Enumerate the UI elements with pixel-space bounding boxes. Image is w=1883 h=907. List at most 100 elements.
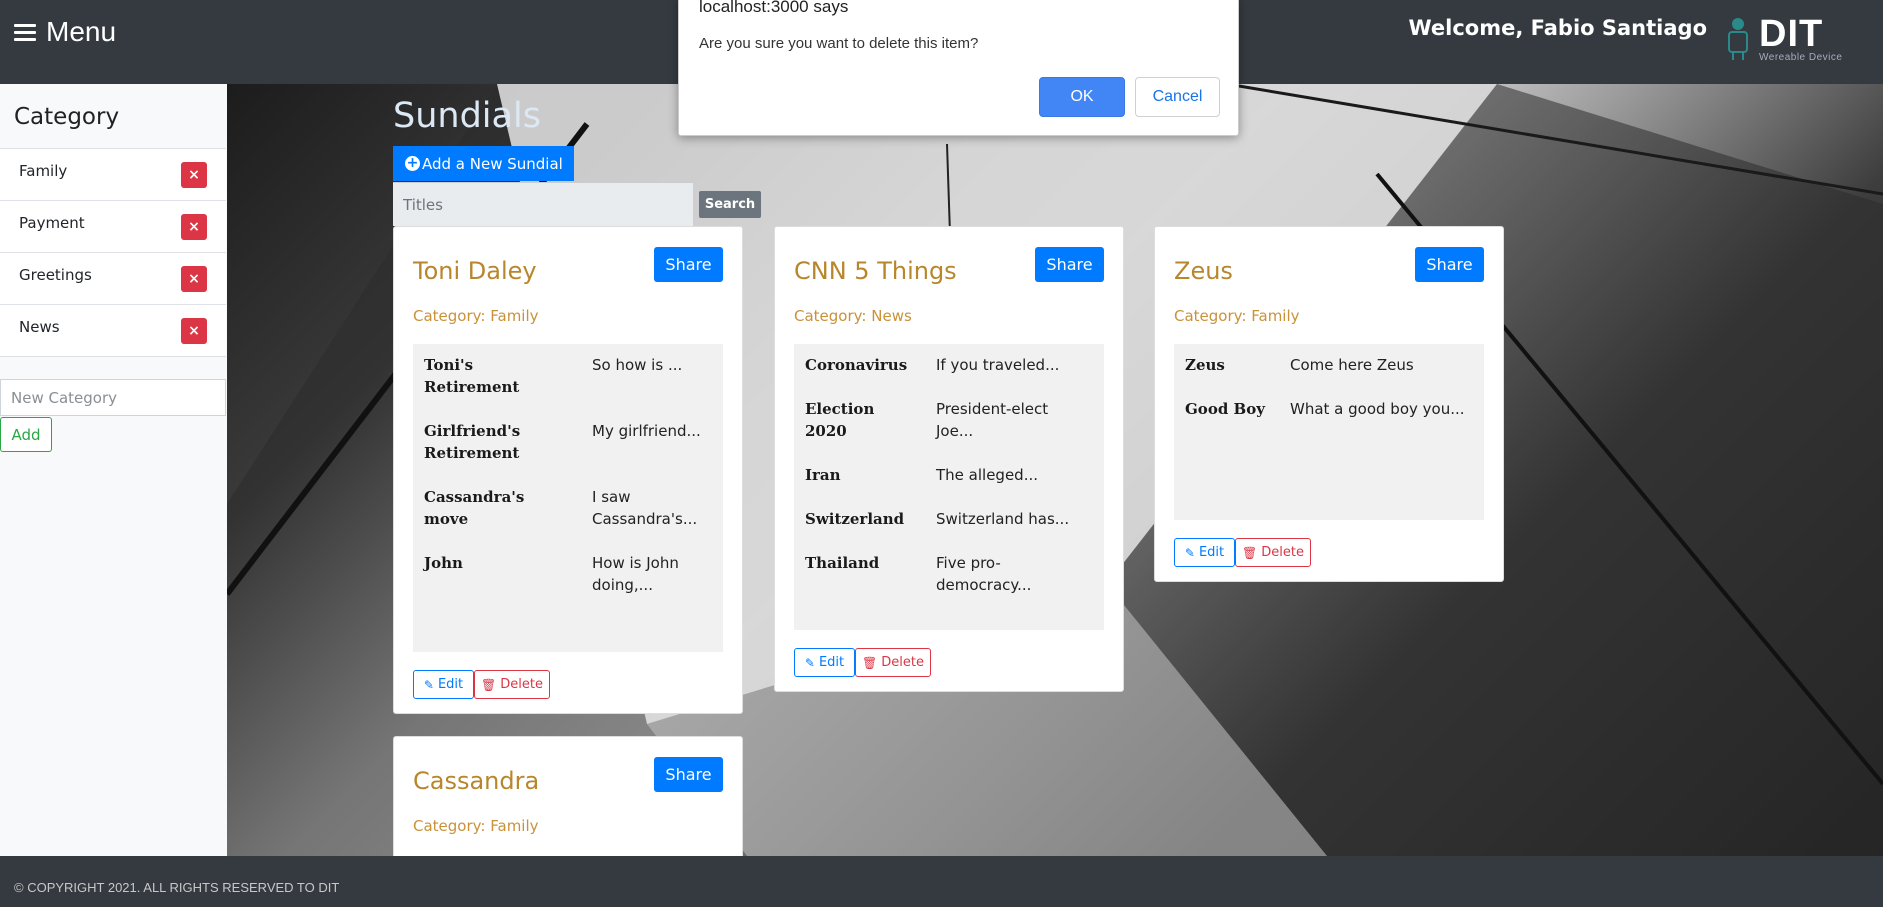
person-device-icon (1728, 18, 1748, 60)
message-list: Toni's Retirement So how is ... Girlfrie… (413, 344, 723, 652)
message-row[interactable]: Thailand Five pro-democracy... (805, 552, 1093, 596)
category-item-payment[interactable]: Payment × (0, 201, 226, 253)
message-title: Switzerland (805, 510, 905, 528)
edit-button[interactable]: ✎ Edit (413, 670, 474, 699)
new-category-input[interactable] (0, 379, 226, 416)
menu-button[interactable]: Menu (14, 16, 116, 48)
category-label: News (19, 318, 60, 336)
message-body: So how is ... (592, 356, 683, 374)
search-input[interactable] (393, 182, 693, 226)
message-row[interactable]: Coronavirus If you traveled... (805, 354, 1093, 376)
delete-button[interactable]: 🗑 Delete (474, 670, 550, 699)
message-title: Thailand (805, 554, 880, 572)
message-title: Coronavirus (805, 356, 908, 374)
message-body: Switzerland has... (936, 510, 1070, 528)
message-title: Cassandra's move (424, 488, 525, 528)
category-item-greetings[interactable]: Greetings × (0, 253, 226, 305)
message-body: How is John doing,... (592, 554, 679, 594)
sundial-card: Cassandra Share Category: Family (393, 736, 743, 856)
delete-label: Delete (1261, 545, 1304, 560)
dialog-message: Are you sure you want to delete this ite… (699, 35, 979, 52)
pencil-icon: ✎ (423, 677, 434, 692)
card-category: Category: Family (413, 307, 539, 325)
card-category: Category: News (794, 307, 912, 325)
message-list: Coronavirus If you traveled... Election … (794, 344, 1104, 630)
share-button[interactable]: Share (1035, 247, 1104, 282)
logo-text: DIT (1759, 13, 1824, 55)
card-title: Zeus (1174, 257, 1233, 285)
message-row[interactable]: Zeus Come here Zeus (1185, 354, 1473, 376)
message-title: Toni's Retirement (424, 356, 520, 396)
category-item-family[interactable]: Family × (0, 149, 226, 201)
sundial-card: CNN 5 Things Share Category: News Corona… (774, 226, 1124, 692)
category-list: Family × Payment × Greetings × News × (0, 148, 226, 357)
message-body: Come here Zeus (1290, 356, 1414, 374)
edit-label: Edit (437, 677, 464, 692)
card-category: Category: Family (413, 817, 539, 835)
sundial-card: Toni Daley Share Category: Family Toni's… (393, 226, 743, 714)
footer: © COPYRIGHT 2021. ALL RIGHTS RESERVED TO… (0, 856, 1883, 907)
sundial-card: Zeus Share Category: Family Zeus Come he… (1154, 226, 1504, 582)
message-row[interactable]: Election 2020 President-elect Joe... (805, 398, 1093, 442)
plus-circle-icon: + (405, 155, 420, 171)
category-label: Family (19, 162, 68, 180)
category-label: Payment (19, 214, 85, 232)
category-sidebar: Category Family × Payment × Greetings × … (0, 84, 227, 856)
message-title: Election 2020 (805, 400, 875, 440)
message-list: Zeus Come here Zeus Good Boy What a good… (1174, 344, 1484, 520)
delete-category-button[interactable]: × (181, 318, 207, 344)
message-row[interactable]: Switzerland Switzerland has... (805, 508, 1093, 530)
message-row[interactable]: Good Boy What a good boy you... (1185, 398, 1473, 420)
share-button[interactable]: Share (1415, 247, 1484, 282)
welcome-text: Welcome, Fabio Santiago (1408, 16, 1707, 40)
message-body: I saw Cassandra's... (592, 488, 698, 528)
main-content: Sundials + Add a New Sundial Search Toni… (227, 84, 1883, 856)
ok-button[interactable]: OK (1039, 77, 1125, 117)
message-body: What a good boy you... (1290, 400, 1465, 418)
edit-label: Edit (818, 655, 845, 670)
message-body: Five pro-democracy... (936, 554, 1032, 594)
confirm-dialog: localhost:3000 says Are you sure you wan… (678, 0, 1239, 136)
delete-category-button[interactable]: × (181, 266, 207, 292)
hamburger-icon (14, 23, 36, 41)
edit-button[interactable]: ✎ Edit (794, 648, 855, 677)
category-label: Greetings (19, 266, 92, 284)
message-title: Girlfriend's Retirement (424, 422, 521, 462)
category-item-news[interactable]: News × (0, 305, 226, 357)
message-row[interactable]: Toni's Retirement So how is ... (424, 354, 712, 398)
message-row[interactable]: Cassandra's move I saw Cassandra's... (424, 486, 712, 530)
share-button[interactable]: Share (654, 247, 723, 282)
delete-button[interactable]: 🗑 Delete (1235, 538, 1311, 567)
dialog-title: localhost:3000 says (699, 0, 849, 16)
message-title: Iran (805, 466, 841, 484)
message-row[interactable]: John How is John doing,... (424, 552, 712, 596)
sidebar-title: Category (14, 104, 120, 130)
search-button[interactable]: Search (699, 191, 761, 218)
message-body: The alleged... (936, 466, 1038, 484)
card-title: CNN 5 Things (794, 257, 957, 285)
add-sundial-button[interactable]: + Add a New Sundial (393, 146, 574, 181)
delete-category-button[interactable]: × (181, 162, 207, 188)
menu-label: Menu (46, 16, 117, 47)
page-title: Sundials (393, 96, 541, 136)
trash-icon: 🗑 (1242, 545, 1258, 560)
share-button[interactable]: Share (654, 757, 723, 792)
copyright-text: © COPYRIGHT 2021. ALL RIGHTS RESERVED TO… (14, 880, 340, 895)
add-category-button[interactable]: Add (0, 417, 52, 452)
trash-icon: 🗑 (481, 677, 497, 692)
delete-button[interactable]: 🗑 Delete (855, 648, 931, 677)
message-body: President-elect Joe... (936, 400, 1049, 440)
message-row[interactable]: Iran The alleged... (805, 464, 1093, 486)
logo-subtitle: Wereable Device (1759, 52, 1843, 63)
message-row[interactable]: Girlfriend's Retirement My girlfriend... (424, 420, 712, 464)
edit-label: Edit (1198, 545, 1225, 560)
delete-label: Delete (881, 655, 924, 670)
edit-button[interactable]: ✎ Edit (1174, 538, 1235, 567)
message-body: My girlfriend... (592, 422, 701, 440)
message-body: If you traveled... (936, 356, 1060, 374)
dit-logo: DIT Wereable Device (1719, 14, 1859, 64)
cancel-button[interactable]: Cancel (1135, 77, 1220, 117)
pencil-icon: ✎ (804, 655, 815, 670)
delete-category-button[interactable]: × (181, 214, 207, 240)
trash-icon: 🗑 (862, 655, 878, 670)
